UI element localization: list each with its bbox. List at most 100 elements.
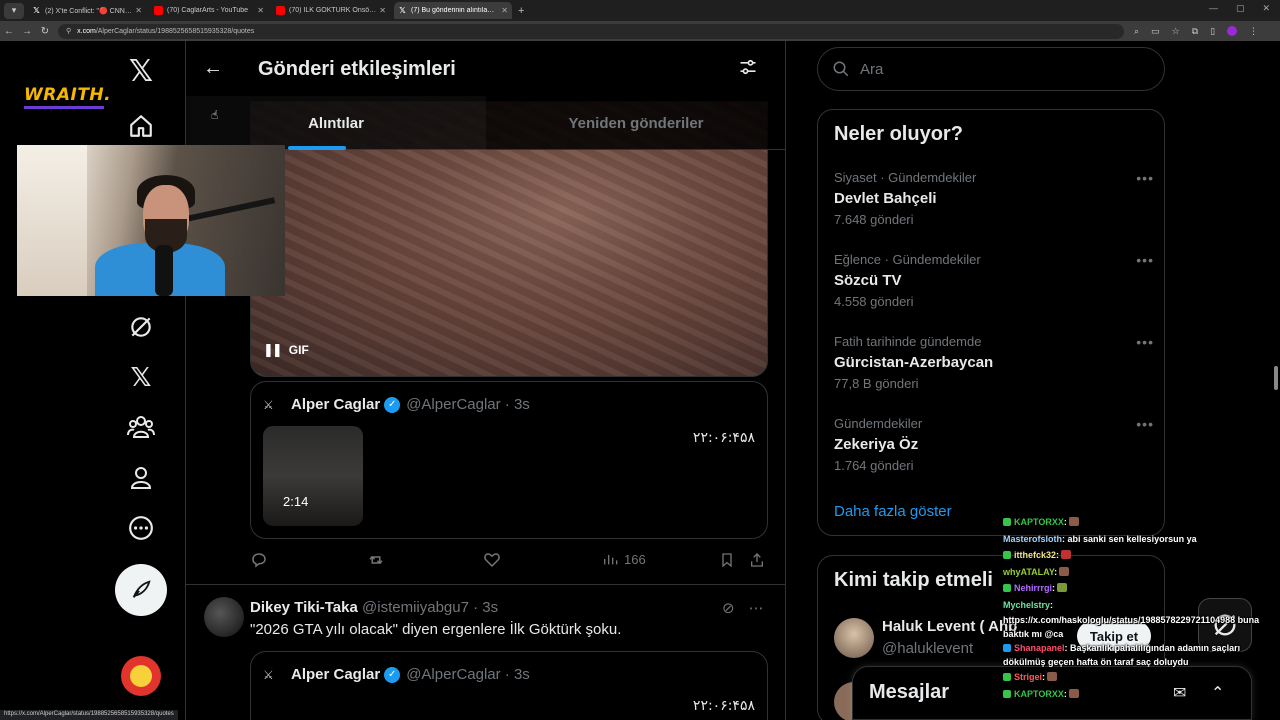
share-icon[interactable] [749, 551, 765, 569]
author-name[interactable]: Dikey Tiki-Taka [250, 599, 358, 616]
back-arrow-icon[interactable]: ← [200, 55, 226, 81]
chat-user: KAPTORXX [1014, 517, 1064, 527]
status-bar-url: https://x.com/AlperCaglar/status/1988525… [0, 710, 178, 720]
url-field[interactable]: ⚲ x.com /AlperCaglar/status/198852565851… [58, 23, 1124, 39]
compose-post-button[interactable] [115, 564, 167, 616]
site-info-icon[interactable]: ⚲ [66, 27, 71, 35]
chat-text: : [1063, 517, 1067, 527]
emote-icon [1068, 517, 1079, 526]
profile-avatar[interactable] [1227, 26, 1238, 36]
reply-icon[interactable] [250, 551, 268, 569]
zoom-icon[interactable]: ⌕ [1134, 26, 1139, 37]
pause-icon[interactable]: ❚❚ [263, 342, 283, 358]
youtube-icon [154, 6, 163, 15]
page-scrollbar[interactable] [1274, 366, 1278, 390]
avatar[interactable] [204, 597, 244, 637]
new-tab-icon[interactable]: + [518, 5, 524, 17]
emote-icon [1068, 688, 1079, 698]
author-name[interactable]: Alper Caglar [291, 396, 380, 413]
chat-line: whyATALAY: [1003, 564, 1280, 581]
post-more-icon[interactable]: ⋯ [749, 599, 764, 617]
url-host: x.com [77, 27, 96, 35]
forward-nav-icon[interactable]: → [18, 26, 36, 37]
browser-tab[interactable]: (70) CaglarArts - YouTube ✕ [150, 2, 268, 19]
tab-quotes[interactable]: Alıntılar [186, 96, 486, 150]
close-tab-icon[interactable]: ✕ [379, 6, 386, 15]
chat-text: : abi sanki sen kellesiyorsun ya [1062, 533, 1197, 544]
minimize-icon[interactable]: — [1209, 3, 1218, 14]
video-thumbnail[interactable]: 2:14 [263, 426, 363, 526]
trends-title: Neler oluyor? [834, 123, 963, 145]
browser-tab-active[interactable]: 𝕏 (7) Bu gönderinin alıntılamaları ✕ [394, 2, 512, 19]
reload-icon[interactable]: ↻ [36, 26, 54, 37]
trend-more-icon[interactable]: ••• [1136, 252, 1154, 268]
close-tab-icon[interactable]: ✕ [501, 6, 508, 15]
author-name[interactable]: Alper Caglar [291, 666, 380, 683]
like-icon[interactable] [483, 551, 501, 569]
trend-more-icon[interactable]: ••• [1136, 416, 1154, 432]
chat-user: Masterofsloth [1003, 533, 1063, 544]
emblem-icon: ⚔ [263, 667, 274, 682]
filter-icon[interactable] [738, 57, 760, 79]
bookmark-icon[interactable] [719, 551, 735, 569]
chat-line: https://x.com/haskologlu/status/19885782… [1003, 613, 1273, 641]
trend-context: Gündemdekiler [834, 416, 923, 431]
messages-label: Mesajlar [869, 681, 950, 703]
suggested-user-name[interactable]: Haluk Levent ( Ahb [882, 618, 1017, 635]
chat-line: Strigei: [1003, 669, 1280, 686]
search-input[interactable]: Ara [817, 47, 1165, 91]
window-controls: — ▢ ✕ [1209, 3, 1270, 14]
chat-user: Shanapanel [1014, 643, 1065, 653]
close-tab-icon[interactable]: ✕ [135, 6, 142, 15]
bookmark-star-icon[interactable]: ☆ [1172, 26, 1180, 37]
gif-controls[interactable]: ❚❚ GIF [263, 342, 309, 358]
sidebar-icon[interactable]: ▯ [1210, 26, 1215, 37]
trend-count: 4.558 gönderi [834, 294, 914, 309]
home-icon[interactable] [116, 101, 166, 151]
tab-search-button[interactable]: ▾ [4, 2, 24, 19]
communities-icon[interactable] [116, 402, 166, 452]
views-button[interactable]: 166 [602, 551, 646, 567]
repost-icon[interactable] [366, 551, 386, 569]
emote-icon [1057, 583, 1068, 592]
x-premium-icon[interactable]: 𝕏 [116, 352, 166, 402]
chat-line: Shanapanel: Başkanlık pahalılığından ada… [1003, 641, 1243, 669]
quoted-text: ۲۲:۰۶:۴۵۸ [692, 430, 755, 446]
quoted-post-card[interactable]: ⚔ Alper Caglar ✓ @AlperCaglar · 3s ۲۲:۰۶… [250, 381, 768, 539]
maximize-icon[interactable]: ▢ [1236, 3, 1245, 14]
browser-menu-icon[interactable]: ⋮ [1249, 26, 1258, 37]
avatar[interactable] [834, 618, 874, 658]
chat-line: KAPTORXX: [1003, 514, 1280, 531]
close-window-icon[interactable]: ✕ [1262, 3, 1270, 14]
trends-panel: Neler oluyor? Siyaset · Gündemdekiler De… [817, 109, 1165, 536]
browser-tab[interactable]: (70) İLK GÖKTÜRK Önsöz | Tes ✕ [272, 2, 390, 19]
stream-chat-overlay: KAPTORXX: Masterofsloth: abi sanki sen k… [1003, 514, 1280, 702]
x-logo-icon[interactable]: 𝕏 [116, 46, 166, 96]
suggested-user-handle: @haluklevent [882, 640, 974, 657]
trend-item[interactable]: Fatih tarihinde gündemde Gürcistan-Azerb… [834, 334, 1154, 404]
tab-reposts[interactable]: Yeniden gönderiler [486, 96, 785, 150]
cast-icon[interactable]: ▭ [1151, 26, 1160, 37]
grok-explain-icon[interactable]: ⊘ [722, 599, 735, 617]
close-tab-icon[interactable]: ✕ [257, 6, 264, 15]
browser-tab-bar: ▾ 𝕏 (2) X'te Conflict: "🔴 CNN Türk ✕ (70… [0, 0, 1280, 21]
grok-icon[interactable] [116, 302, 166, 352]
quoted-post-card[interactable]: ⚔ Alper Caglar ✓ @AlperCaglar · 3s ۲۲:۰۶… [250, 651, 768, 720]
account-avatar[interactable] [121, 656, 161, 696]
trend-more-icon[interactable]: ••• [1136, 334, 1154, 350]
trend-more-icon[interactable]: ••• [1136, 170, 1154, 186]
back-nav-icon[interactable]: ← [0, 26, 18, 37]
trend-item[interactable]: Eğlence · Gündemdekiler Sözcü TV 4.558 g… [834, 252, 1154, 322]
trend-item[interactable]: Siyaset · Gündemdekiler Devlet Bahçeli 7… [834, 170, 1154, 240]
trend-item[interactable]: Gündemdekiler Zekeriya Öz 1.764 gönderi … [834, 416, 1154, 486]
post-action-bar: 166 [250, 551, 768, 573]
show-more-link[interactable]: Daha fazla göster [834, 503, 952, 520]
profile-icon[interactable] [116, 453, 166, 503]
trend-name: Sözcü TV [834, 272, 902, 289]
more-icon[interactable] [116, 503, 166, 553]
left-sidebar: 𝕏 WRAITH. 𝕏 [0, 41, 186, 720]
browser-tab[interactable]: 𝕏 (2) X'te Conflict: "🔴 CNN Türk ✕ [28, 2, 146, 19]
chat-text: : [1063, 688, 1067, 699]
extensions-icon[interactable]: ⧉ [1192, 26, 1198, 37]
chat-line: Masterofsloth: abi sanki sen kellesiyors… [1003, 531, 1280, 548]
